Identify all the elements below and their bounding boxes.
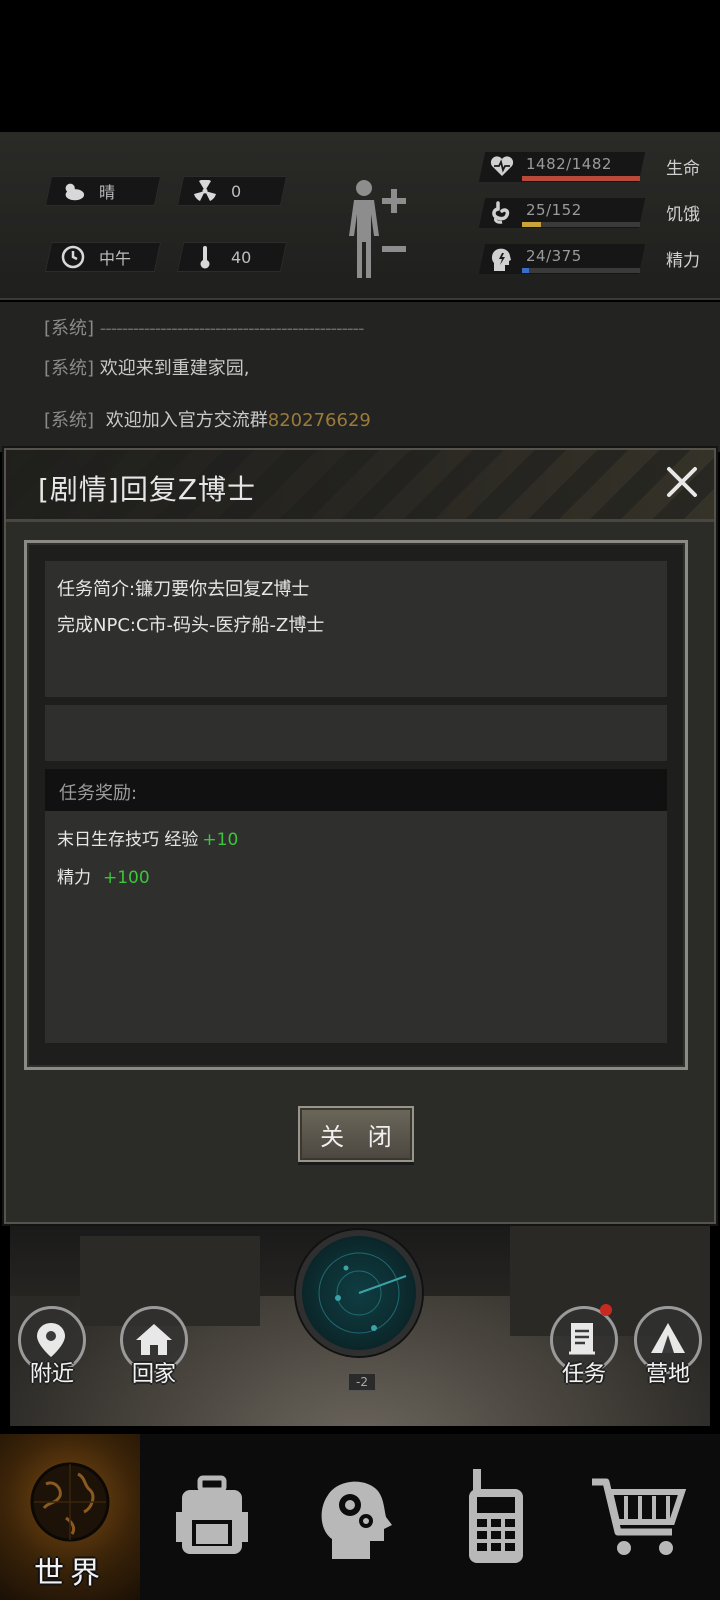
minus-icon <box>382 246 406 252</box>
temperature-value: 40 <box>231 247 252 267</box>
stat-health: 1482/1482 生命 <box>478 152 700 184</box>
hunger-label: 饥饿 <box>666 205 700 225</box>
reward-amount: +10 <box>202 830 239 850</box>
chat-message: 欢迎来到重建家园, <box>99 358 250 379</box>
thermometer-icon <box>193 245 217 269</box>
reward-item: 末日生存技巧 经验 +10 <box>57 825 238 850</box>
home-button[interactable]: 回家 <box>116 1306 192 1406</box>
reward-header-label: 任务奖励: <box>59 783 138 804</box>
health-label: 生命 <box>666 159 700 179</box>
chat-line: [系统] 欢迎来到重建家园, <box>44 354 250 380</box>
cart-icon <box>592 1478 687 1555</box>
nav-backpack[interactable] <box>142 1434 282 1600</box>
stat-hunger: 25/152 饥饿 <box>478 198 700 230</box>
reward-item: 精力 +100 <box>57 863 150 888</box>
chat-message: ----------------------------------------… <box>99 318 365 339</box>
time-of-day-label: 中午 <box>99 249 132 268</box>
quest-npc: 完成NPC:C市-码头-医疗船-Z博士 <box>57 615 325 636</box>
radiation-box: 0 <box>176 176 288 206</box>
heart-icon <box>490 155 514 179</box>
nav-shop[interactable] <box>568 1434 708 1600</box>
chat-tag: [系统] <box>44 318 95 339</box>
bottom-nav: 世界 <box>0 1434 720 1600</box>
weather-box: 晴 <box>44 176 162 206</box>
hunger-bar <box>522 222 640 227</box>
quest-details-panel: 任务简介:镰刀要你去回复Z博士 完成NPC:C市-码头-医疗船-Z博士 任务奖励… <box>24 540 688 1070</box>
clock-icon <box>61 245 85 269</box>
nav-radio[interactable] <box>426 1434 566 1600</box>
reward-header: 任务奖励: <box>45 769 667 811</box>
nearby-label: 附近 <box>29 1362 74 1387</box>
chat-tag: [系统] <box>44 410 95 431</box>
nav-world[interactable]: 世界 <box>0 1434 140 1600</box>
health-bar <box>522 176 640 181</box>
energy-head-icon <box>490 247 514 271</box>
camp-label: 营地 <box>645 1362 690 1387</box>
energy-label: 精力 <box>666 251 700 271</box>
weather-sun-cloud-icon <box>61 179 85 203</box>
radiation-value: 0 <box>231 181 242 201</box>
chat-tag: [系统] <box>44 358 95 379</box>
reward-amount: +100 <box>103 868 150 888</box>
camp-button[interactable]: 营地 <box>630 1306 706 1406</box>
nearby-button[interactable]: 附近 <box>14 1306 90 1406</box>
brain-gear-icon <box>321 1481 392 1559</box>
body-status-button[interactable] <box>346 178 416 282</box>
quest-extra-box <box>45 705 667 761</box>
nav-skills[interactable] <box>284 1434 424 1600</box>
tasks-button[interactable]: 任务 <box>546 1304 622 1406</box>
health-value: 1482/1482 <box>526 155 612 173</box>
dialog-header: [剧情]回复Z博士 <box>6 450 714 522</box>
radar-button[interactable] <box>296 1230 422 1356</box>
nav-world-label: 世界 <box>34 1556 106 1591</box>
chat-line: [系统] 欢迎加入官方交流群820276629 <box>44 406 371 432</box>
reward-label: 末日生存技巧 经验 <box>57 830 199 850</box>
radio-icon <box>469 1469 523 1563</box>
globe-icon <box>30 1462 110 1542</box>
quest-dialog: [剧情]回复Z博士 任务简介:镰刀要你去回复Z博士 完成NPC:C市-码头-医疗… <box>4 448 716 1224</box>
stat-energy: 24/375 精力 <box>478 244 700 276</box>
stomach-icon <box>490 201 514 225</box>
quest-description: 任务简介:镰刀要你去回复Z博士 完成NPC:C市-码头-医疗船-Z博士 <box>45 561 667 697</box>
reward-label: 精力 <box>57 868 91 888</box>
reward-list: 末日生存技巧 经验 +10 精力 +100 <box>45 811 667 1043</box>
weather-label: 晴 <box>99 183 116 202</box>
chat-message: 欢迎加入官方交流群 <box>105 410 268 431</box>
temperature-box: 40 <box>176 242 288 272</box>
backpack-icon <box>176 1475 248 1554</box>
home-label: 回家 <box>131 1362 176 1387</box>
tasks-label: 任务 <box>561 1362 606 1387</box>
task-notification-dot <box>600 1304 612 1316</box>
time-box: 中午 <box>44 242 162 272</box>
energy-bar <box>522 268 640 273</box>
quest-summary: 任务简介:镰刀要你去回复Z博士 <box>57 579 310 600</box>
chat-log[interactable]: [系统] -----------------------------------… <box>0 302 720 452</box>
hunger-value: 25/152 <box>526 201 582 219</box>
close-icon[interactable] <box>664 464 700 500</box>
radiation-icon <box>193 179 217 203</box>
dialog-title: [剧情]回复Z博士 <box>38 473 257 506</box>
chat-line: [系统] -----------------------------------… <box>44 314 365 340</box>
energy-value: 24/375 <box>526 247 582 265</box>
group-number-link[interactable]: 820276629 <box>268 410 371 431</box>
close-button[interactable]: 关 闭 <box>298 1106 414 1162</box>
radar-level: -2 <box>348 1373 376 1391</box>
